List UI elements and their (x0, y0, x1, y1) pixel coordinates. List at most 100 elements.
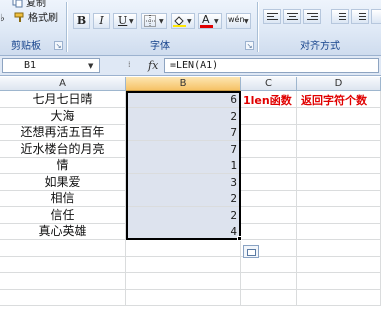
format-painter-label: 格式刷 (28, 13, 58, 24)
column-header-b[interactable]: B (126, 77, 241, 91)
cell-a3[interactable]: 还想再活五百年 (0, 124, 126, 141)
paste-options-button[interactable] (243, 245, 259, 258)
cell-c6[interactable] (241, 174, 297, 191)
cell-a1[interactable]: 七月七日晴 (0, 91, 126, 108)
cell-b2[interactable]: 2 (126, 108, 241, 125)
cell-b7[interactable]: 2 (126, 190, 241, 207)
align-left-button[interactable] (263, 9, 281, 24)
chevron-down-icon: ▼ (187, 18, 192, 25)
worksheet-grid: A B C D 七月七日晴 6 大海 2 还想再活五百年 7 近水楼台的月亮 7 情 1 如果爱 3 相… (0, 77, 381, 314)
cell-c8[interactable] (241, 207, 297, 224)
fill-handle[interactable] (237, 236, 242, 241)
borders-icon (144, 15, 156, 27)
underline-glyph: U (118, 14, 128, 27)
underline-button[interactable]: U ▼ (113, 13, 137, 29)
cell-d8[interactable] (297, 207, 381, 224)
cell-c13[interactable] (241, 289, 297, 306)
alignment-group-label: 对齐方式 (300, 41, 340, 52)
column-header-d[interactable]: D (297, 77, 381, 91)
cell-d4[interactable] (297, 141, 381, 158)
cell-d9[interactable] (297, 223, 381, 240)
merge-button-partial[interactable] (371, 9, 381, 24)
format-painter-button[interactable]: 格式刷 (14, 12, 58, 26)
cell-a12[interactable] (0, 273, 126, 290)
italic-button[interactable]: I (93, 13, 110, 29)
cell-b10[interactable] (126, 240, 241, 257)
chevron-down-icon: ▼ (129, 18, 134, 25)
group-separator (257, 2, 258, 52)
cell-c7[interactable] (241, 190, 297, 207)
cell-a2[interactable]: 大海 (0, 108, 126, 125)
decrease-indent-button[interactable] (331, 9, 349, 24)
phonetic-button[interactable]: wén ▼ (226, 13, 251, 29)
fill-color-button[interactable]: ▼ (171, 13, 195, 29)
increase-indent-button[interactable] (351, 9, 369, 24)
fx-icon[interactable]: fx (148, 59, 158, 72)
formula-bar-splitter[interactable]: ⁞ (128, 60, 131, 69)
chevron-down-icon[interactable]: ▼ (88, 62, 93, 70)
cell-d5[interactable] (297, 157, 381, 174)
cell-c12[interactable] (241, 273, 297, 290)
chevron-down-icon: ▼ (244, 18, 249, 25)
borders-button[interactable]: ▼ (141, 13, 167, 29)
clipboard-group-label: 剪贴板 (11, 41, 41, 52)
cell-d7[interactable] (297, 190, 381, 207)
cell-a11[interactable] (0, 256, 126, 273)
cell-d10[interactable] (297, 240, 381, 257)
group-separator (66, 2, 67, 52)
cell-b6[interactable]: 3 (126, 174, 241, 191)
chevron-down-icon: ▼ (159, 18, 164, 25)
font-launcher-icon[interactable]: ↘ (245, 41, 254, 50)
cell-a5[interactable]: 情 (0, 157, 126, 174)
phonetic-glyph: wén (228, 15, 245, 24)
column-header-c[interactable]: C (241, 77, 297, 91)
formula-bar: B1 ▼ ⁞ fx =LEN(A1) (0, 56, 381, 76)
name-box[interactable]: B1 (2, 58, 100, 73)
font-color-button[interactable]: A ▼ (198, 13, 222, 29)
cell-d13[interactable] (297, 289, 381, 306)
cell-c2[interactable] (241, 108, 297, 125)
cell-a7[interactable]: 相信 (0, 190, 126, 207)
cell-c9[interactable] (241, 223, 297, 240)
cell-a10[interactable] (0, 240, 126, 257)
cell-a4[interactable]: 近水楼台的月亮 (0, 141, 126, 158)
cell-b13[interactable] (126, 289, 241, 306)
format-painter-icon (14, 12, 26, 23)
cell-b4[interactable]: 7 (126, 141, 241, 158)
cell-b1[interactable]: 6 (126, 91, 241, 108)
formula-input[interactable]: =LEN(A1) (164, 58, 379, 73)
ribbon: 复制 ♭ 格式刷 剪贴板 ↘ B I U ▼ ▼ ▼ A ▼ wén ▼ 字体 … (0, 0, 381, 56)
copy-icon (12, 0, 24, 8)
cell-c5[interactable] (241, 157, 297, 174)
bold-button[interactable]: B (73, 13, 90, 29)
chevron-down-icon: ▼ (214, 18, 219, 25)
cell-b9[interactable]: 4 (126, 223, 241, 240)
cell-a13[interactable] (0, 289, 126, 306)
cell-d6[interactable] (297, 174, 381, 191)
cell-a9[interactable]: 真心英雄 (0, 223, 126, 240)
cell-d2[interactable] (297, 108, 381, 125)
cell-b12[interactable] (126, 273, 241, 290)
cut-button-partial[interactable]: ♭ (0, 12, 5, 26)
align-right-button[interactable] (303, 9, 321, 24)
cell-d11[interactable] (297, 256, 381, 273)
cell-c4[interactable] (241, 141, 297, 158)
copy-label: 复制 (26, 0, 46, 9)
cell-b11[interactable] (126, 256, 241, 273)
cell-a8[interactable]: 信任 (0, 207, 126, 224)
cell-c3[interactable] (241, 124, 297, 141)
fill-bucket-icon (173, 16, 186, 27)
cut-icon: ♭ (0, 13, 5, 24)
align-center-button[interactable] (283, 9, 301, 24)
copy-button[interactable]: 复制 (12, 0, 46, 11)
cell-c11[interactable] (241, 256, 297, 273)
annotation-d1: 返回字符个数 (301, 94, 367, 107)
column-header-a[interactable]: A (0, 77, 126, 91)
cell-b5[interactable]: 1 (126, 157, 241, 174)
clipboard-launcher-icon[interactable]: ↘ (54, 41, 63, 50)
cell-a6[interactable]: 如果爱 (0, 174, 126, 191)
cell-b3[interactable]: 7 (126, 124, 241, 141)
cell-b8[interactable]: 2 (126, 207, 241, 224)
cell-d12[interactable] (297, 273, 381, 290)
cell-d3[interactable] (297, 124, 381, 141)
